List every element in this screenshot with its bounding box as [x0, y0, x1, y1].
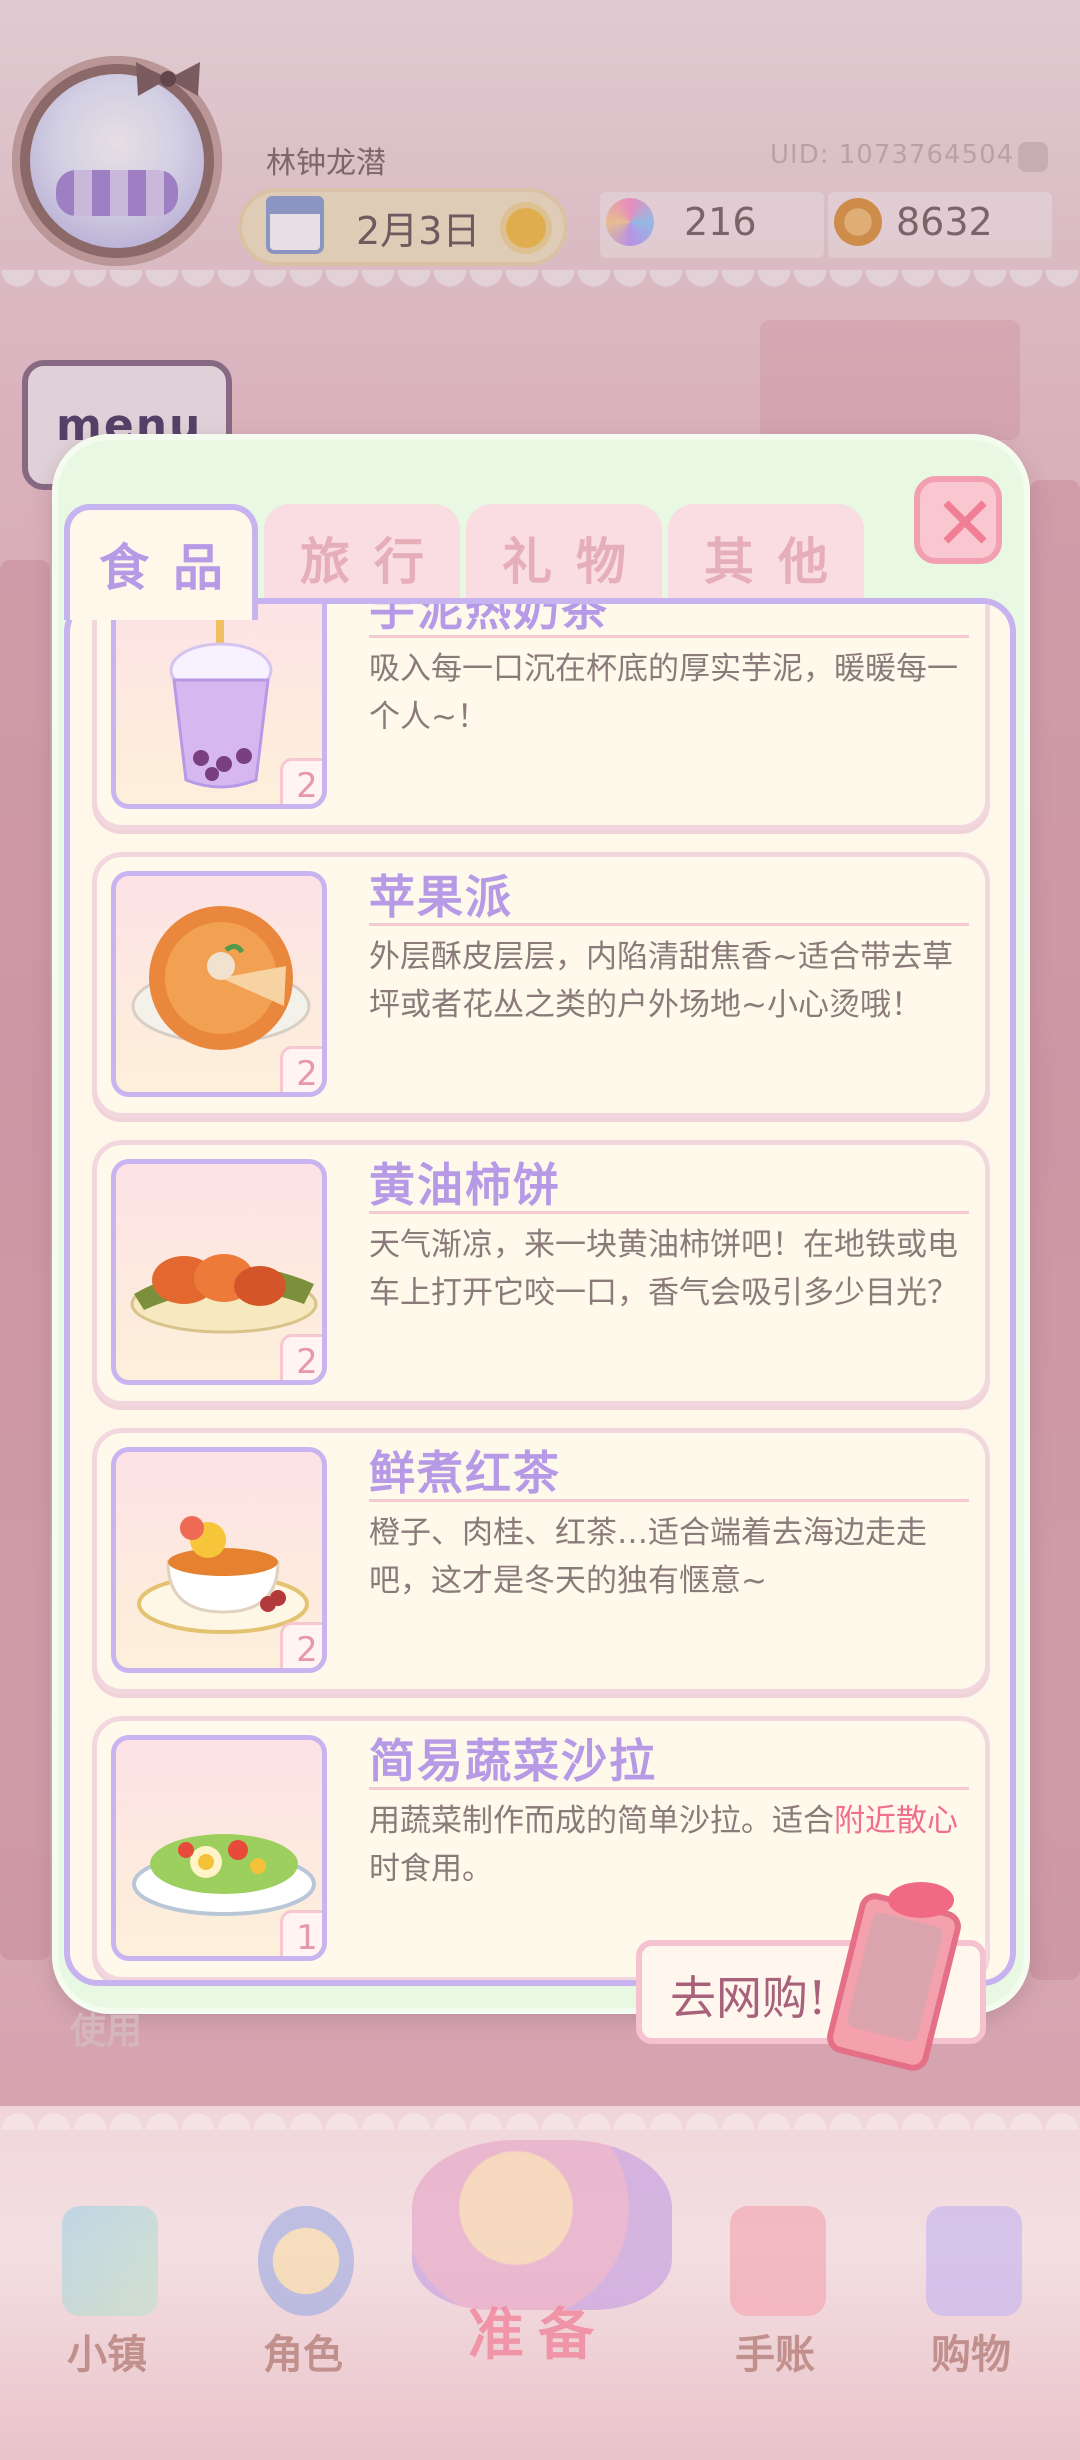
- apple-pie-icon: [131, 906, 311, 1050]
- title-divider: [369, 1787, 969, 1790]
- nav-shopping[interactable]: 购物: [896, 2196, 1046, 2396]
- shopping-bag-icon: [926, 2206, 1022, 2316]
- desc-text: 时食用。: [369, 1851, 493, 1887]
- nav-lace-trim: [0, 2100, 1080, 2130]
- basket-icon: [412, 2140, 672, 2310]
- use-button-behind: 使用: [70, 2011, 143, 2052]
- item-thumbnail: 2: [111, 604, 327, 809]
- tab-travel[interactable]: 旅行: [264, 504, 460, 604]
- item-thumbnail: 2: [111, 1447, 327, 1673]
- nav-town[interactable]: 小镇: [32, 2196, 182, 2396]
- desc-text: 用蔬菜制作而成的简单沙拉。适合: [369, 1803, 834, 1839]
- black-tea-icon: [137, 1516, 309, 1634]
- nav-character-label: 角色: [263, 2332, 343, 2378]
- tab-gift[interactable]: 礼物: [466, 504, 662, 604]
- tab-food[interactable]: 食品: [64, 504, 258, 620]
- item-description: 外层酥皮层层，内陷清甜焦香~适合带去草坪或者花丛之类的户外场地~小心烫哦！: [369, 939, 953, 1023]
- title-divider: [369, 923, 969, 926]
- title-divider: [369, 635, 969, 638]
- quantity-badge: 2: [280, 1046, 322, 1092]
- persimmon-cake-icon: [130, 1254, 318, 1334]
- list-item[interactable]: 2 鲜煮红茶 橙子、肉桂、红茶…适合端着去海边走走吧，这才是冬天的独有惬意~: [92, 1428, 990, 1694]
- quantity-badge: 2: [280, 758, 322, 804]
- item-title: 简易蔬菜沙拉: [369, 1734, 657, 1788]
- map-icon: [62, 2206, 158, 2316]
- list-item[interactable]: 2 黄油柿饼 天气渐凉，来一块黄油柿饼吧！在地铁或电车上打开它咬一口，香气会吸引…: [92, 1140, 990, 1406]
- nav-notebook[interactable]: 手账: [700, 2196, 850, 2396]
- taro-milk-tea-icon: [169, 604, 273, 789]
- item-list[interactable]: 2 芋泥热奶茶 吸入每一口沉在杯底的厚实芋泥，暖暖每一个人~！ 2 苹果派 外层…: [64, 598, 1016, 1986]
- nav-shopping-label: 购物: [931, 2332, 1011, 2378]
- salad-icon: [132, 1834, 316, 1916]
- location-highlight[interactable]: 附近散心: [834, 1803, 958, 1839]
- item-title: 鲜煮红茶: [369, 1446, 561, 1500]
- close-icon: ✕: [934, 481, 997, 567]
- list-item[interactable]: 2 苹果派 外层酥皮层层，内陷清甜焦香~适合带去草坪或者花丛之类的户外场地~小心…: [92, 852, 990, 1118]
- item-description: 用蔬菜制作而成的简单沙拉。适合附近散心时食用。: [369, 1797, 979, 1893]
- notebook-icon: [730, 2206, 826, 2316]
- ribbon-bow-icon: [888, 1882, 954, 1918]
- quantity-badge: 2: [280, 1622, 322, 1668]
- item-thumbnail: 2: [111, 1159, 327, 1385]
- title-divider: [369, 1211, 969, 1214]
- item-title: 苹果派: [369, 870, 513, 924]
- shop-button-label: 去网购!: [670, 1971, 827, 2025]
- item-description: 橙子、肉桂、红茶…适合端着去海边走走吧，这才是冬天的独有惬意~: [369, 1515, 927, 1599]
- item-description: 吸入每一口沉在杯底的厚实芋泥，暖暖每一个人~！: [369, 651, 958, 735]
- nav-prepare[interactable]: 准备: [468, 2290, 608, 2371]
- tab-other[interactable]: 其他: [668, 504, 864, 604]
- quantity-badge: 1: [280, 1910, 322, 1956]
- item-thumbnail: 1: [111, 1735, 327, 1961]
- nav-notebook-label: 手账: [735, 2332, 815, 2378]
- item-thumbnail: 2: [111, 871, 327, 1097]
- quantity-badge: 2: [280, 1334, 322, 1380]
- list-item[interactable]: 2 芋泥热奶茶 吸入每一口沉在杯底的厚实芋泥，暖暖每一个人~！: [92, 598, 990, 830]
- character-icon: [258, 2206, 354, 2316]
- item-title: 黄油柿饼: [369, 1158, 561, 1212]
- nav-town-label: 小镇: [67, 2332, 147, 2378]
- close-button[interactable]: ✕: [914, 476, 1002, 567]
- nav-character[interactable]: 角色: [228, 2196, 378, 2396]
- title-divider: [369, 1499, 969, 1502]
- item-description: 天气渐凉，来一块黄油柿饼吧！在地铁或电车上打开它咬一口，香气会吸引多少目光？: [369, 1227, 958, 1311]
- item-title: 芋泥热奶茶: [369, 598, 609, 636]
